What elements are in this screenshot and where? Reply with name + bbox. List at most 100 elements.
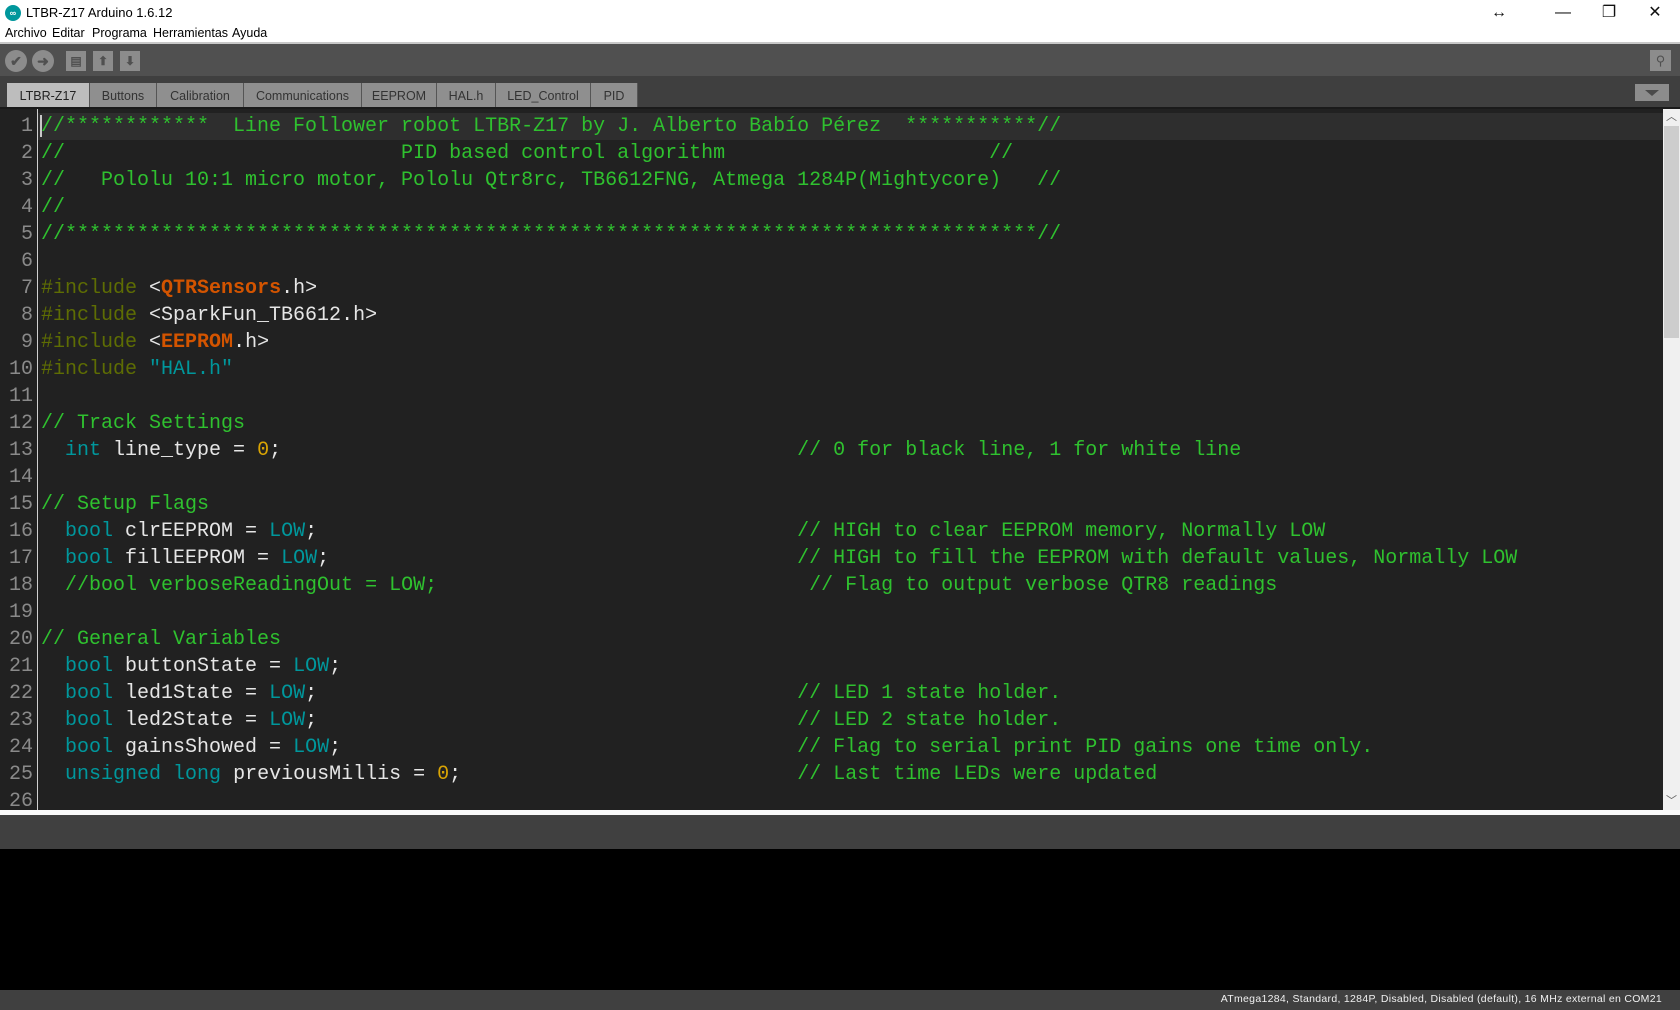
editor-scrollbar[interactable]: ︿ ﹀ [1663, 109, 1680, 810]
arrow-up-icon: ⬆ [97, 54, 109, 68]
serial-monitor-button[interactable]: ⚲ [1650, 50, 1671, 71]
code-token-punct: <SparkFun_TB6612.h> [149, 304, 378, 327]
code-token-kw: LOW [269, 682, 306, 705]
minimize-button[interactable]: — [1540, 0, 1586, 30]
code-line[interactable]: #include <SparkFun_TB6612.h> [41, 302, 377, 329]
code-token-punct: ; [329, 655, 342, 678]
line-number: 23 [8, 709, 33, 732]
code-line[interactable]: int line_type = 0; // 0 for black line, … [41, 437, 1241, 464]
code-line[interactable]: //bool verboseReadingOut = LOW; // Flag … [41, 572, 1277, 599]
code-token-id: clrEEPROM = [113, 520, 270, 543]
code-token-id: fillEEPROM = [113, 547, 282, 570]
code-token-punct [41, 547, 65, 570]
code-line[interactable]: // [41, 194, 65, 221]
resize-icon[interactable]: ↔ [1476, 0, 1522, 30]
code-token-comment: // HIGH to fill the EEPROM with default … [797, 547, 1518, 570]
menu-herramientas[interactable]: Herramientas [153, 26, 228, 40]
scroll-down-icon[interactable]: ﹀ [1663, 793, 1680, 810]
code-line[interactable]: bool gainsShowed = LOW; // Flag to seria… [41, 734, 1373, 761]
code-line[interactable]: unsigned long previousMillis = 0; // Las… [41, 761, 1157, 788]
code-line[interactable]: bool led2State = LOW; // LED 2 state hol… [41, 707, 1061, 734]
line-number: 15 [8, 493, 33, 516]
tab-calibration[interactable]: Calibration [157, 83, 244, 109]
code-token-kw: LOW [269, 520, 306, 543]
menu-ayuda[interactable]: Ayuda [232, 26, 267, 40]
code-line[interactable]: // Setup Flags [41, 491, 209, 518]
tab-bar: LTBR-Z17 Buttons Calibration Communicati… [0, 76, 1680, 109]
code-token-comment: // HIGH to clear EEPROM memory, Normally… [797, 520, 1326, 543]
code-token-punct: ; [449, 763, 798, 786]
code-token-lib: QTRSensors [161, 277, 282, 300]
code-token-comment: // Track Settings [41, 412, 246, 435]
menu-programa[interactable]: Programa [92, 26, 147, 40]
code-line[interactable]: bool fillEEPROM = LOW; // HIGH to fill t… [41, 545, 1517, 572]
tab-pid[interactable]: PID [591, 83, 638, 109]
code-token-punct [41, 655, 65, 678]
code-token-punct: < [149, 277, 162, 300]
code-line[interactable]: #include <QTRSensors.h> [41, 275, 317, 302]
board-info: ATmega1284, Standard, 1284P, Disabled, D… [1220, 993, 1662, 1005]
scroll-up-icon[interactable]: ︿ [1663, 109, 1680, 126]
open-button[interactable]: ⬆ [93, 51, 113, 71]
arrow-right-icon: ➜ [37, 53, 49, 69]
line-number: 13 [8, 439, 33, 462]
code-token-kw: LOW [281, 547, 318, 570]
code-token-lib: EEPROM [161, 331, 234, 354]
code-token-id: line_type = [101, 439, 258, 462]
code-line[interactable]: bool buttonState = LOW; [41, 653, 341, 680]
tab-led-control[interactable]: LED_Control [496, 83, 591, 109]
code-token-punct [41, 520, 65, 543]
code-token-kw: bool [65, 709, 114, 732]
code-line[interactable]: #include "HAL.h" [41, 356, 233, 383]
menu-editar[interactable]: Editar [52, 26, 85, 40]
maximize-button[interactable]: ❐ [1586, 0, 1632, 30]
code-line[interactable]: bool led1State = LOW; // LED 1 state hol… [41, 680, 1061, 707]
code-line[interactable]: // Track Settings [41, 410, 245, 437]
save-button[interactable]: ⬇ [120, 51, 140, 71]
code-line[interactable]: // General Variables [41, 626, 281, 653]
code-token-comment: // LED 1 state holder. [797, 682, 1062, 705]
tab-eeprom[interactable]: EEPROM [362, 83, 437, 109]
code-token-str: "HAL.h" [149, 358, 234, 381]
tab-menu-dropdown[interactable] [1635, 84, 1669, 101]
magnifier-icon: ⚲ [1655, 53, 1666, 68]
code-token-comment: // Last time LEDs were updated [797, 763, 1158, 786]
line-number: 12 [8, 412, 33, 435]
tab-ltbr-z17[interactable]: LTBR-Z17 [7, 83, 90, 109]
line-number: 26 [8, 790, 33, 810]
console-output[interactable] [0, 849, 1680, 990]
tab-communications[interactable]: Communications [244, 83, 362, 109]
code-token-kw: unsigned [65, 763, 162, 786]
verify-button[interactable]: ✔ [5, 50, 27, 72]
line-number: 7 [20, 277, 33, 300]
code-token-id: led2State = [113, 709, 270, 732]
line-number-gutter: 1 2 3 4 5 6 7 8 9 10 11 12 13 14 15 16 17 18 19 20 21 22 23 24 2… [0, 109, 38, 810]
code-token-kw: bool [65, 736, 114, 759]
new-sketch-button[interactable]: ▤ [66, 51, 86, 71]
line-number: 5 [20, 223, 33, 246]
code-line[interactable]: //************ Line Follower robot LTBR-… [41, 113, 1061, 140]
code-token-punct: ; [305, 682, 798, 705]
line-number: 4 [20, 196, 33, 219]
code-line[interactable]: // PID based control algorithm // [41, 140, 1013, 167]
code-token-comment: // 0 for black line, 1 for white line [797, 439, 1242, 462]
tab-hal-h[interactable]: HAL.h [437, 83, 496, 109]
code-token-kw: long [173, 763, 222, 786]
code-token-kw: bool [65, 520, 114, 543]
upload-button[interactable]: ➜ [32, 50, 54, 72]
code-token-punct [41, 682, 65, 705]
code-line[interactable]: // Pololu 10:1 micro motor, Pololu Qtr8r… [41, 167, 1061, 194]
code-token-pre: #include [41, 277, 150, 300]
code-token-pre: #include [41, 358, 150, 381]
close-button[interactable]: ✕ [1632, 0, 1678, 30]
code-line[interactable]: #include <EEPROM.h> [41, 329, 269, 356]
new-file-icon: ▤ [70, 54, 82, 68]
scrollbar-thumb[interactable] [1664, 126, 1679, 338]
code-line[interactable]: bool clrEEPROM = LOW; // HIGH to clear E… [41, 518, 1325, 545]
code-editor[interactable]: 1 2 3 4 5 6 7 8 9 10 11 12 13 14 15 16 17 18 19 20 21 22 23 24 2… [0, 109, 1663, 810]
arduino-logo-icon: ∞ [5, 5, 21, 21]
code-line[interactable]: //**************************************… [41, 221, 1061, 248]
menu-archivo[interactable]: Archivo [5, 26, 47, 40]
tab-buttons[interactable]: Buttons [90, 83, 157, 109]
line-number: 8 [20, 304, 33, 327]
